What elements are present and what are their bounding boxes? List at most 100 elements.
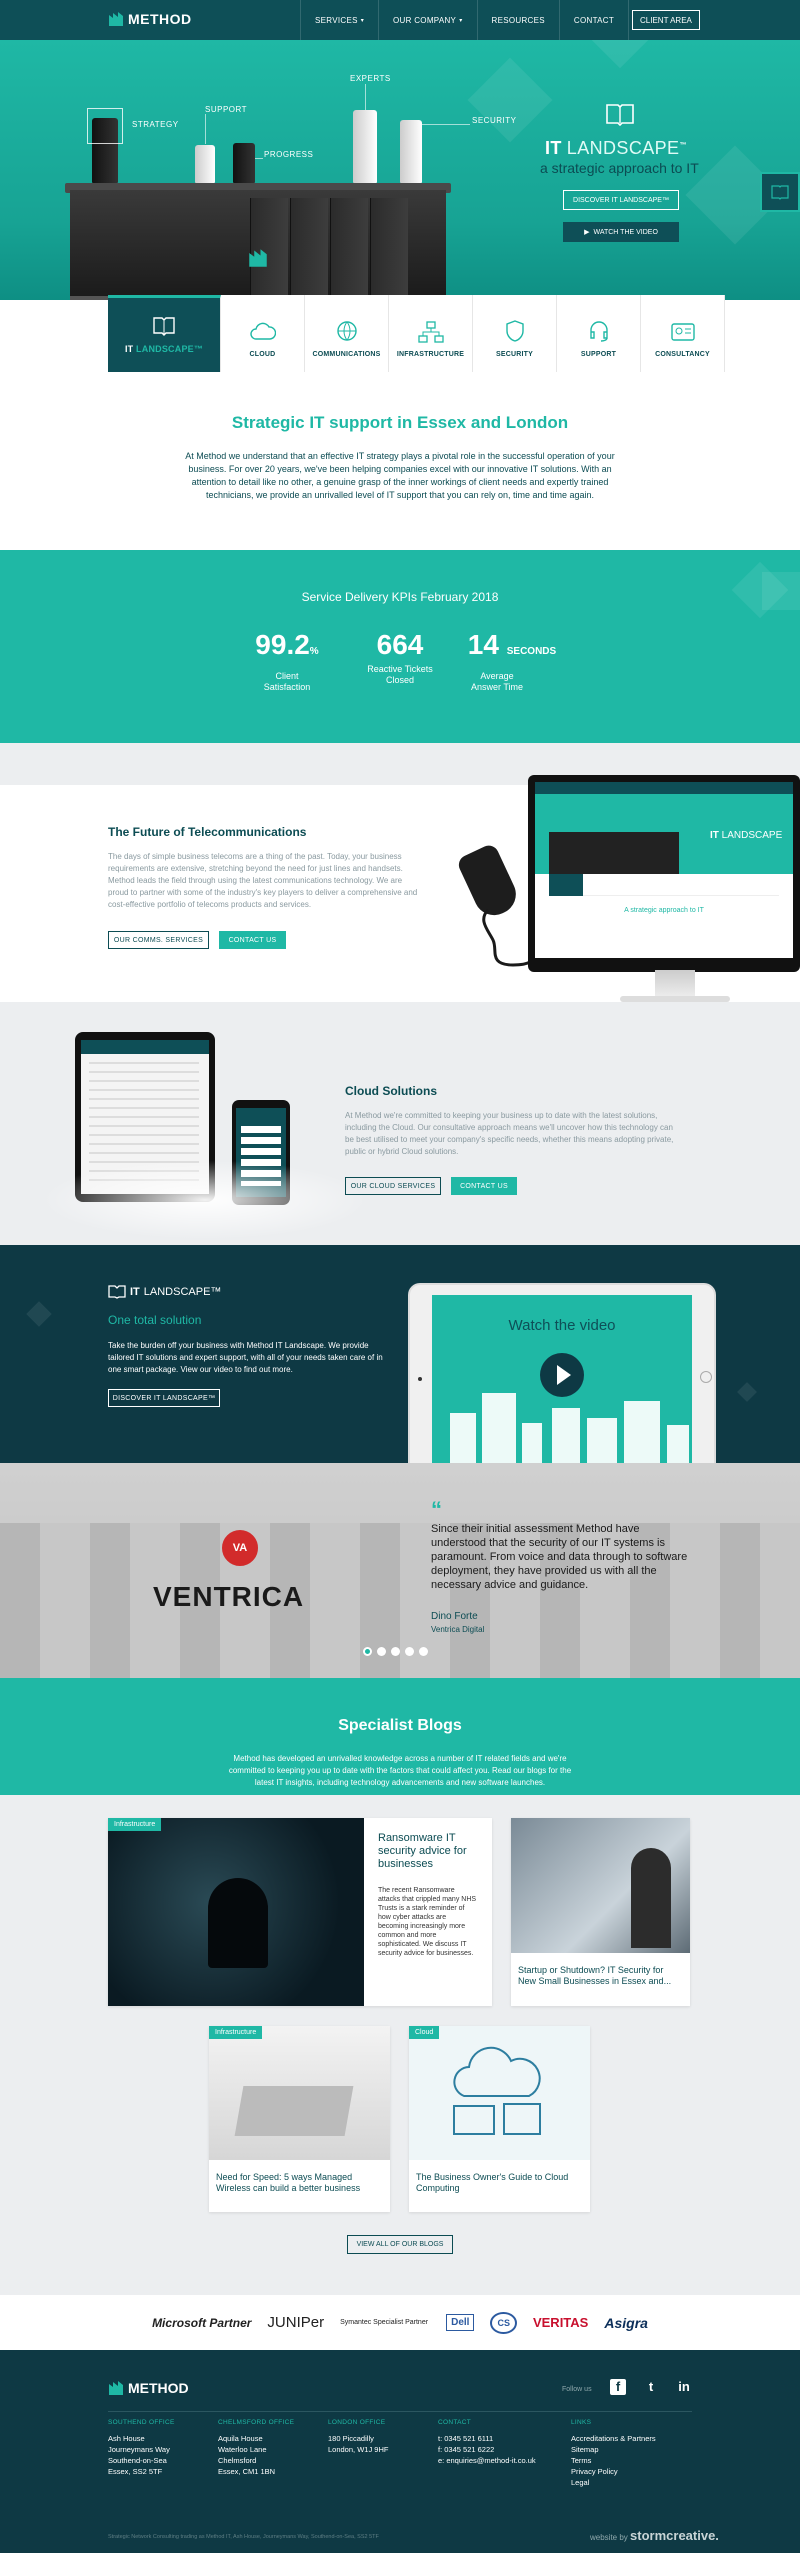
footer-col-heading: LONDON OFFICE (328, 2419, 386, 2426)
nav-company-label: OUR COMPANY (393, 15, 457, 25)
footer-links: LINKS Accreditations & Partners Sitemap … (571, 2417, 656, 2488)
discover-landscape-button-2[interactable]: DISCOVER IT LANDSCAPE™ (108, 1389, 220, 1407)
shield-icon (505, 320, 524, 342)
kpi-unit: SECONDS (506, 646, 557, 657)
site-logo[interactable]: METHOD (108, 11, 192, 27)
callout-line (420, 124, 470, 125)
headset-icon (589, 321, 608, 342)
telecom-text: The days of simple business telecoms are… (108, 852, 418, 909)
blog-card[interactable]: Infrastructure Need for Speed: 5 ways Ma… (209, 2026, 390, 2212)
callout-line (205, 114, 206, 144)
building (450, 1413, 476, 1463)
cloud-fog (40, 1160, 370, 1240)
linkedin-icon[interactable]: in (676, 2379, 692, 2395)
footer-email[interactable]: e: enquiries@method-it.co.uk (438, 2455, 536, 2466)
book-icon (606, 104, 634, 126)
footer-line: Waterloo Lane (218, 2445, 267, 2454)
hero-title-tm: ™ (679, 142, 687, 149)
footer-contact: CONTACT t: 0345 521 6111 f: 0345 521 622… (438, 2417, 536, 2466)
main-nav: SERVICES ▾ OUR COMPANY ▾ RESOURCES CONTACT (300, 0, 630, 40)
chess-king-white (353, 110, 377, 183)
footer-link[interactable]: Accreditations & Partners (571, 2433, 656, 2444)
nav-resources[interactable]: RESOURCES (476, 0, 559, 40)
building (552, 1408, 580, 1463)
tab-support[interactable]: SUPPORT (557, 295, 641, 372)
view-all-blogs-button[interactable]: VIEW ALL OF OUR BLOGS (347, 2235, 453, 2254)
comms-services-button[interactable]: OUR COMMS. SERVICES (108, 931, 209, 949)
watch-video-button[interactable]: ▶ WATCH THE VIDEO (563, 222, 679, 242)
tab-infrastructure[interactable]: INFRASTRUCTURE (389, 295, 473, 372)
carousel-dot[interactable] (377, 1647, 386, 1656)
cloud-services-button[interactable]: OUR CLOUD SERVICES (345, 1177, 441, 1195)
callout-strategy: STRATEGY (132, 120, 179, 129)
footer-link[interactable]: Legal (571, 2477, 656, 2488)
footer-line: Chelmsford (218, 2456, 257, 2465)
mini-cabinet (549, 832, 679, 874)
tablet-header (81, 1040, 209, 1054)
hero-title: IT LANDSCAPE™ (545, 138, 687, 159)
cabinet-door (290, 198, 328, 298)
twitter-icon[interactable]: t (643, 2379, 659, 2395)
hooded-figure (208, 1878, 268, 1968)
testimonial-quote: Since their initial assessment Method ha… (431, 1523, 688, 1591)
footer-line: 180 Piccadilly (328, 2434, 374, 2443)
tab-consultancy[interactable]: CONSULTANCY (641, 295, 725, 372)
footer-link[interactable]: Privacy Policy (571, 2466, 656, 2477)
facebook-icon[interactable]: f (610, 2379, 626, 2395)
footer-link[interactable]: Terms (571, 2455, 656, 2466)
callout-security: SECURITY (472, 116, 517, 125)
kpi-unit: % (309, 646, 319, 657)
nav-services[interactable]: SERVICES ▾ (300, 0, 378, 40)
discover-landscape-button[interactable]: DISCOVER IT LANDSCAPE™ (563, 190, 679, 210)
play-button-icon[interactable] (540, 1353, 584, 1397)
nav-our-company[interactable]: OUR COMPANY ▾ (378, 0, 476, 40)
tab-communications-label: COMMUNICATIONS (312, 351, 381, 358)
footer-col-heading: LINKS (571, 2419, 592, 2426)
tab-communications[interactable]: COMMUNICATIONS (305, 295, 389, 372)
id-card-icon (670, 323, 695, 341)
tab-it-landscape[interactable]: IT LANDSCAPE™ (108, 295, 221, 372)
logo-text: METHOD (128, 11, 192, 27)
hero-subtitle: a strategic approach to IT (540, 160, 699, 176)
decor-diamond (467, 57, 553, 143)
tab-cloud[interactable]: CLOUD (221, 295, 305, 372)
mini-tabs (549, 874, 779, 896)
chevron-down-icon: ▾ (459, 17, 463, 24)
play-icon: ▶ (584, 229, 590, 236)
carousel-dot[interactable] (405, 1647, 414, 1656)
site-credit[interactable]: website by stormcreative. (590, 2528, 719, 2543)
nav-contact[interactable]: CONTACT (558, 0, 630, 40)
decor-diamond (26, 1301, 52, 1327)
client-area-button[interactable]: CLIENT AREA (632, 10, 700, 30)
book-icon (771, 185, 789, 200)
side-tab[interactable] (760, 172, 800, 212)
contact-us-button[interactable]: CONTACT US (219, 931, 286, 949)
video-screen[interactable]: Watch the video (432, 1295, 692, 1463)
callout-progress: PROGRESS (264, 150, 314, 159)
book-icon (153, 317, 175, 336)
blog-card[interactable]: Cloud The Business Owner's Guide to Clou… (409, 2026, 590, 2212)
partner-logos: Microsoft Partner JUNIPer Symantec Speci… (0, 2295, 800, 2350)
globe-icon (336, 321, 357, 341)
carousel-dot[interactable] (419, 1647, 428, 1656)
intro-text: At Method we understand that an effectiv… (185, 451, 615, 500)
blog-tag: Infrastructure (209, 2026, 263, 2039)
footer-logo[interactable]: METHOD (108, 2380, 189, 2396)
cloud-contact-button[interactable]: CONTACT US (451, 1177, 517, 1195)
footer-link[interactable]: Sitemap (571, 2444, 656, 2455)
kpi-answer-time: 14 SECONDS Average Answer Time (462, 628, 562, 693)
footer-line: Journeymans Way (108, 2445, 170, 2454)
footer-phone[interactable]: t: 0345 521 6111 (438, 2433, 536, 2444)
footer-line: Aquila House (218, 2434, 263, 2443)
blog-card[interactable]: Startup or Shutdown? IT Security for New… (511, 1818, 690, 2006)
callout-line (255, 158, 263, 159)
monitor-stand (655, 970, 695, 998)
cabinet-door (370, 198, 408, 298)
callout-experts: EXPERTS (350, 74, 391, 83)
tab-security[interactable]: SECURITY (473, 295, 557, 372)
ventrica-logo-text: VENTRICA (153, 1581, 305, 1612)
blog-card[interactable]: Infrastructure Ransomware IT security ad… (108, 1818, 492, 2006)
blog-title: Need for Speed: 5 ways Managed Wireless … (216, 2172, 361, 2193)
carousel-dot[interactable] (363, 1647, 372, 1656)
carousel-dot[interactable] (391, 1647, 400, 1656)
